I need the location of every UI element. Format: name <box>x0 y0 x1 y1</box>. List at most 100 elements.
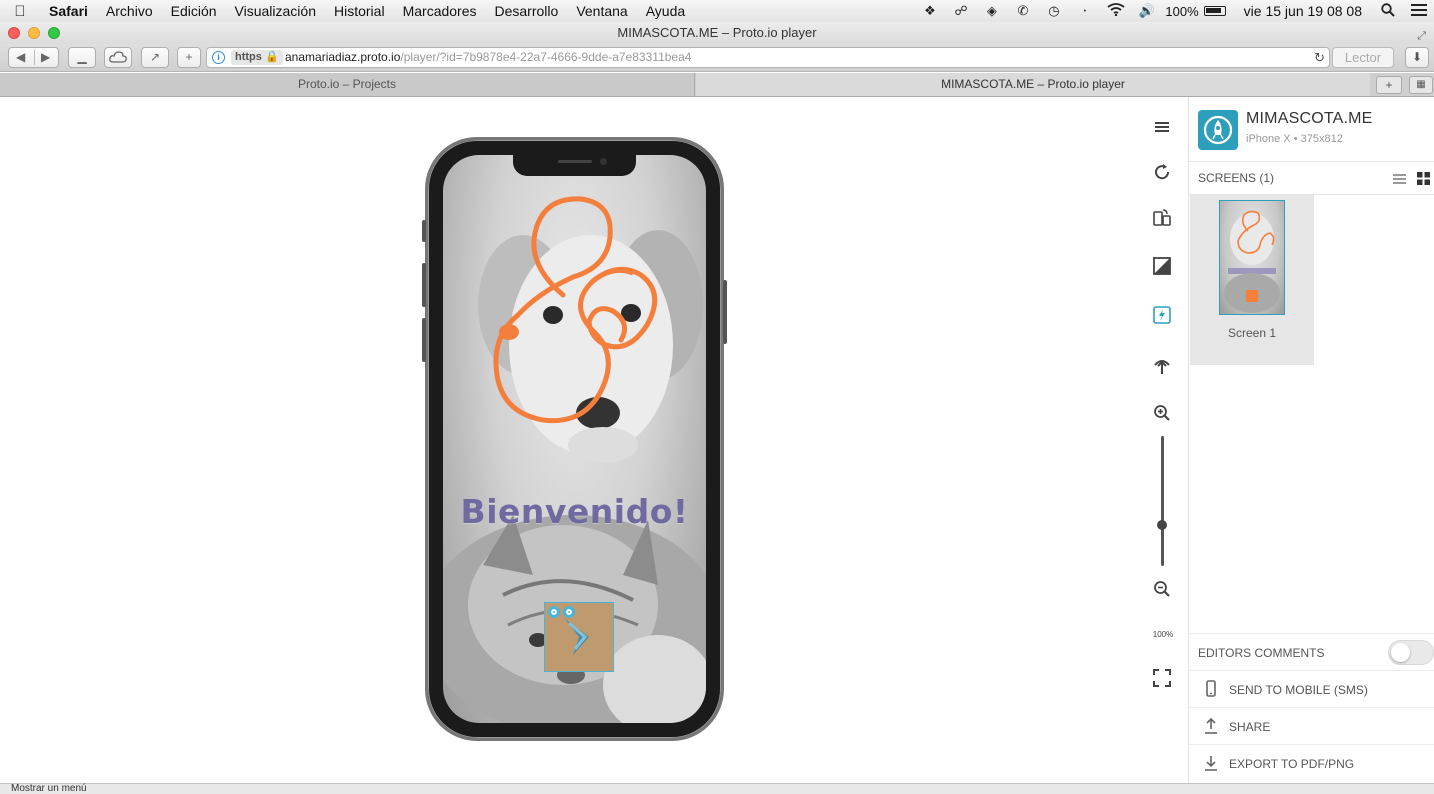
menu-marcadores[interactable]: Marcadores <box>394 3 486 19</box>
screens-count-label: SCREENS (1) <box>1198 171 1275 185</box>
icloud-tabs-button[interactable] <box>104 47 132 68</box>
zoom-out-icon[interactable] <box>1150 577 1174 601</box>
contrast-icon[interactable] <box>1150 254 1174 278</box>
site-info-icon[interactable]: i <box>212 51 225 64</box>
rotate-device-icon[interactable] <box>1150 206 1174 230</box>
battery-percent: 100% <box>1165 3 1199 19</box>
phone-volume-up <box>422 263 426 307</box>
new-tab-plus-button[interactable]: + <box>177 47 201 68</box>
grid-view-icon[interactable] <box>1417 172 1430 185</box>
screen-thumbnail-label: Screen 1 <box>1227 326 1277 340</box>
zoom-level: 100% <box>1152 630 1174 639</box>
tab-overview-button[interactable]: ▦ <box>1409 76 1433 94</box>
menu-desarrollo[interactable]: Desarrollo <box>486 3 568 19</box>
download-icon: ⬇ <box>1411 50 1423 64</box>
menu-ventana[interactable]: Ventana <box>567 3 636 19</box>
status-menus: ❖ ☍ ◈ ✆ ◷ ᛫ 🔊 100% vie 15 jun 19 08 08 <box>914 0 1434 22</box>
tab-player[interactable]: MIMASCOTA.ME – Proto.io player <box>696 73 1370 96</box>
spotlight-icon[interactable] <box>1372 2 1403 20</box>
phone-mute-switch <box>422 220 426 242</box>
dropbox-icon[interactable]: ❖ <box>914 3 945 19</box>
screens-header: SCREENS (1) <box>1189 161 1434 195</box>
list-view-icon[interactable] <box>1393 172 1406 185</box>
downloads-button[interactable]: ⬇ <box>1405 47 1429 68</box>
send-to-mobile-row[interactable]: SEND TO MOBILE (SMS) <box>1189 670 1434 707</box>
welcome-heading: Bienvenido! <box>460 492 689 531</box>
close-window-button[interactable] <box>8 27 20 39</box>
cloud-icon <box>109 51 127 63</box>
wifi-icon[interactable] <box>1100 3 1131 19</box>
menu-edicion[interactable]: Edición <box>162 3 226 19</box>
bluetooth-icon[interactable]: ᛫ <box>1069 4 1100 19</box>
share-icon: ↗ <box>149 50 161 64</box>
tab-bar: Proto.io – Projects MIMASCOTA.ME – Proto… <box>0 73 1434 97</box>
hotspots-icon[interactable] <box>1150 303 1174 327</box>
screen-thumbnail[interactable] <box>1219 200 1285 315</box>
phone-icon[interactable]: ✆ <box>1007 3 1038 19</box>
share-row[interactable]: SHARE <box>1189 707 1434 744</box>
player-canvas: Bienvenido! <box>0 97 1138 783</box>
menu-archivo[interactable]: Archivo <box>97 3 162 19</box>
phone-volume-down <box>422 318 426 362</box>
plus-icon: + <box>185 50 193 64</box>
reader-button[interactable]: Lector <box>1332 47 1394 68</box>
reload-icon[interactable]: ↻ <box>1314 48 1325 67</box>
iphone-frame: Bienvenido! <box>422 137 727 741</box>
prototype-screen[interactable]: Bienvenido! <box>443 155 706 723</box>
device-info: iPhone X • 375x812 <box>1246 133 1343 145</box>
status-text: Mostrar un menú <box>11 783 87 794</box>
zoom-slider-handle[interactable] <box>1157 520 1167 530</box>
phone-notch <box>513 155 636 176</box>
back-icon[interactable]: ◀ <box>16 48 25 67</box>
tab-projects[interactable]: Proto.io – Projects <box>0 73 695 96</box>
share-label: SHARE <box>1229 720 1271 734</box>
next-arrow-button[interactable] <box>544 602 614 672</box>
menu-icon[interactable] <box>1150 115 1174 139</box>
notification-center-icon[interactable] <box>1403 3 1434 19</box>
forward-icon[interactable]: ▶ <box>41 48 50 67</box>
apple-menu-icon[interactable]:  <box>0 3 40 20</box>
send-to-mobile-label: SEND TO MOBILE (SMS) <box>1229 683 1368 697</box>
zoom-in-icon[interactable] <box>1150 401 1174 425</box>
phone-camera <box>600 158 607 165</box>
sidebar-button[interactable]: ▁ <box>68 47 96 68</box>
binoculars-icon[interactable]: ◈ <box>976 3 1007 19</box>
status-bar: Mostrar un menú <box>0 783 1434 794</box>
download-export-icon <box>1205 756 1217 771</box>
menu-ayuda[interactable]: Ayuda <box>637 3 694 19</box>
phone-power-button <box>723 280 727 344</box>
upload-icon[interactable] <box>1150 353 1174 377</box>
battery-icon[interactable] <box>1203 6 1226 16</box>
screen-thumbnail-card[interactable]: Screen 1 <box>1190 195 1314 365</box>
export-label: EXPORT TO PDF/PNG <box>1229 757 1355 771</box>
rocket-icon <box>1203 115 1233 145</box>
volume-icon[interactable]: 🔊 <box>1131 3 1162 19</box>
address-bar[interactable]: i https 🔒 anamariadiaz.proto.io/player/?… <box>206 47 1330 68</box>
phone-speaker <box>558 160 592 163</box>
fullscreen-icon[interactable] <box>1150 666 1174 690</box>
url-text[interactable]: anamariadiaz.proto.io/player/?id=7b9878e… <box>285 48 691 67</box>
window-title-bar: MIMASCOTA.ME – Proto.io player ⤢ <box>0 22 1434 44</box>
menu-visualizacion[interactable]: Visualización <box>226 3 325 19</box>
thumbnail-preview <box>1224 210 1280 313</box>
project-panel: MIMASCOTA.ME iPhone X • 375x812 SCREENS … <box>1188 97 1434 783</box>
export-row[interactable]: EXPORT TO PDF/PNG <box>1189 744 1434 781</box>
window-controls <box>8 27 60 39</box>
zoom-slider-track[interactable] <box>1161 436 1164 566</box>
project-rocket-logo <box>1198 110 1238 150</box>
creative-cloud-icon[interactable]: ☍ <box>945 3 976 19</box>
menu-historial[interactable]: Historial <box>325 3 394 19</box>
project-title: MIMASCOTA.ME <box>1246 110 1373 127</box>
share-upload-icon <box>1205 717 1217 734</box>
new-tab-button[interactable]: + <box>1376 76 1402 94</box>
time-machine-icon[interactable]: ◷ <box>1038 3 1069 19</box>
menu-clock[interactable]: vie 15 jun 19 08 08 <box>1234 3 1372 19</box>
share-button[interactable]: ↗ <box>141 47 169 68</box>
chevron-right-icon <box>565 619 589 655</box>
url-host: anamariadiaz.proto.io <box>285 50 401 64</box>
zoom-window-button[interactable] <box>48 27 60 39</box>
refresh-icon[interactable] <box>1150 160 1174 184</box>
menu-app-safari[interactable]: Safari <box>40 3 97 19</box>
editors-comments-toggle[interactable] <box>1388 640 1434 665</box>
minimize-window-button[interactable] <box>28 27 40 39</box>
